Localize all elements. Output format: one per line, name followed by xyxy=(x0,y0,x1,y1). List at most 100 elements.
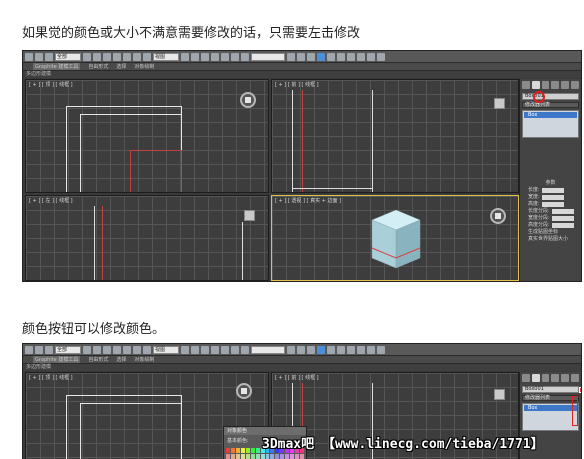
viewcube-icon[interactable] xyxy=(236,383,252,399)
object-name-field[interactable]: Box001 xyxy=(522,93,579,100)
param-input[interactable] xyxy=(551,209,574,214)
rect-select-icon[interactable] xyxy=(103,52,111,61)
color-swatch[interactable] xyxy=(230,448,235,453)
color-swatch[interactable] xyxy=(245,454,250,459)
percent-snap-icon[interactable] xyxy=(221,345,229,354)
curve-editor-icon[interactable] xyxy=(327,52,335,61)
select-by-name-icon[interactable] xyxy=(93,345,101,354)
link-icon[interactable] xyxy=(45,52,53,61)
viewport-perspective[interactable]: [ + ] [ 透视 ] [ 真实 + 边面 ] xyxy=(271,195,519,281)
link-icon[interactable] xyxy=(45,345,53,354)
params-rollout-title[interactable]: 参数 xyxy=(520,180,581,187)
color-swatch[interactable] xyxy=(235,454,240,459)
graphite-icon[interactable] xyxy=(317,52,325,61)
viewport-perspective-label[interactable]: [ + ] [ 透视 ] [ 真实 + 边面 ] xyxy=(275,197,341,204)
angle-snap-icon[interactable] xyxy=(211,52,219,61)
scale-icon[interactable] xyxy=(143,52,151,61)
modifier-stack-item[interactable]: Box xyxy=(524,112,577,118)
display-tab-icon[interactable] xyxy=(561,81,570,89)
ribbon-tab-selection[interactable]: 选择 xyxy=(116,356,126,363)
layer-icon[interactable] xyxy=(307,345,315,354)
select-icon[interactable] xyxy=(83,52,91,61)
motion-tab-icon[interactable] xyxy=(551,374,560,382)
color-swatch[interactable] xyxy=(255,448,260,453)
mirror-icon[interactable] xyxy=(287,52,295,61)
selection-filter-dropdown[interactable]: 全部 xyxy=(55,345,81,354)
color-swatch[interactable] xyxy=(265,454,270,459)
box-object[interactable] xyxy=(368,206,424,272)
motion-tab-icon[interactable] xyxy=(551,81,560,89)
param-input[interactable] xyxy=(541,195,564,200)
color-swatch[interactable] xyxy=(300,454,304,459)
schematic-icon[interactable] xyxy=(337,52,345,61)
color-swatch[interactable] xyxy=(255,454,260,459)
viewport-top[interactable]: [ + ] [ 顶 ] [ 线框 ] xyxy=(25,79,269,193)
viewcube-icon[interactable] xyxy=(244,210,255,221)
checkbox-mapping-coords[interactable]: 生成贴图坐标 xyxy=(520,229,581,236)
render-frame-icon[interactable] xyxy=(367,52,375,61)
object-color-swatch[interactable] xyxy=(579,387,581,393)
mirror-icon[interactable] xyxy=(287,345,295,354)
move-icon[interactable] xyxy=(123,52,131,61)
material-editor-icon[interactable] xyxy=(347,345,355,354)
ribbon-tab-object-paint[interactable]: 对象绘制 xyxy=(134,63,154,70)
color-swatch[interactable] xyxy=(226,454,230,459)
reference-coord-dropdown[interactable]: 视图 xyxy=(153,52,179,61)
ribbon-tab-selection[interactable]: 选择 xyxy=(116,63,126,70)
spinner-snap-icon[interactable] xyxy=(231,52,239,61)
color-swatch[interactable] xyxy=(240,454,245,459)
rotate-icon[interactable] xyxy=(133,345,141,354)
manipulate-icon[interactable] xyxy=(191,52,199,61)
hierarchy-tab-icon[interactable] xyxy=(541,374,550,382)
snap-icon[interactable] xyxy=(201,52,209,61)
named-selection-icon[interactable] xyxy=(241,345,249,354)
undo-icon[interactable] xyxy=(25,52,33,61)
param-input[interactable] xyxy=(541,202,564,207)
named-selection-icon[interactable] xyxy=(241,52,249,61)
viewport-left[interactable]: [ + ] [ 左 ] [ 线框 ] xyxy=(25,195,269,281)
color-swatch[interactable] xyxy=(295,454,300,459)
select-by-name-icon[interactable] xyxy=(93,52,101,61)
color-swatch[interactable] xyxy=(285,454,290,459)
create-tab-icon[interactable] xyxy=(522,374,530,382)
viewport-top-label[interactable]: [ + ] [ 顶 ] [ 线框 ] xyxy=(29,374,73,381)
viewport-left-label[interactable]: [ + ] [ 左 ] [ 线框 ] xyxy=(29,197,73,204)
manipulate-icon[interactable] xyxy=(191,345,199,354)
modify-tab-icon[interactable] xyxy=(531,374,540,382)
named-selection-field[interactable] xyxy=(251,52,285,61)
reference-coord-dropdown[interactable]: 视图 xyxy=(153,345,179,354)
modifier-list-dropdown[interactable]: 修改器列表 xyxy=(522,102,579,108)
object-name-field[interactable]: Box001 xyxy=(522,386,581,393)
curve-editor-icon[interactable] xyxy=(327,345,335,354)
color-swatch[interactable] xyxy=(260,454,265,459)
render-icon[interactable] xyxy=(377,52,385,61)
create-tab-icon[interactable] xyxy=(522,81,530,89)
color-swatch[interactable] xyxy=(235,448,240,453)
percent-snap-icon[interactable] xyxy=(221,52,229,61)
render-frame-icon[interactable] xyxy=(367,345,375,354)
named-selection-field[interactable] xyxy=(251,345,285,354)
snap-icon[interactable] xyxy=(201,345,209,354)
ribbon-tab-freeform[interactable]: 自由形式 xyxy=(88,63,108,70)
param-input[interactable] xyxy=(551,216,574,221)
color-swatch[interactable] xyxy=(250,454,255,459)
viewport-front-label[interactable]: [ + ] [ 前 ] [ 线框 ] xyxy=(275,374,319,381)
checkbox-real-world-size[interactable]: 真实世界贴图大小 xyxy=(520,236,581,243)
viewcube-icon[interactable] xyxy=(494,389,505,400)
ribbon-tab-freeform[interactable]: 自由形式 xyxy=(88,356,108,363)
viewport-front[interactable]: [ + ] [ 前 ] [ 线框 ] xyxy=(271,79,519,193)
viewport-top-label[interactable]: [ + ] [ 顶 ] [ 线框 ] xyxy=(29,81,73,88)
material-editor-icon[interactable] xyxy=(347,52,355,61)
rect-select-icon[interactable] xyxy=(103,345,111,354)
move-icon[interactable] xyxy=(123,345,131,354)
schematic-icon[interactable] xyxy=(337,345,345,354)
redo-icon[interactable] xyxy=(35,345,43,354)
redo-icon[interactable] xyxy=(35,52,43,61)
hierarchy-tab-icon[interactable] xyxy=(541,81,550,89)
viewcube-icon[interactable] xyxy=(490,208,506,224)
pivot-icon[interactable] xyxy=(181,345,189,354)
color-swatch[interactable] xyxy=(245,448,250,453)
render-icon[interactable] xyxy=(377,345,385,354)
modifier-stack-item[interactable]: Box xyxy=(524,405,577,411)
window-crossing-icon[interactable] xyxy=(113,345,121,354)
